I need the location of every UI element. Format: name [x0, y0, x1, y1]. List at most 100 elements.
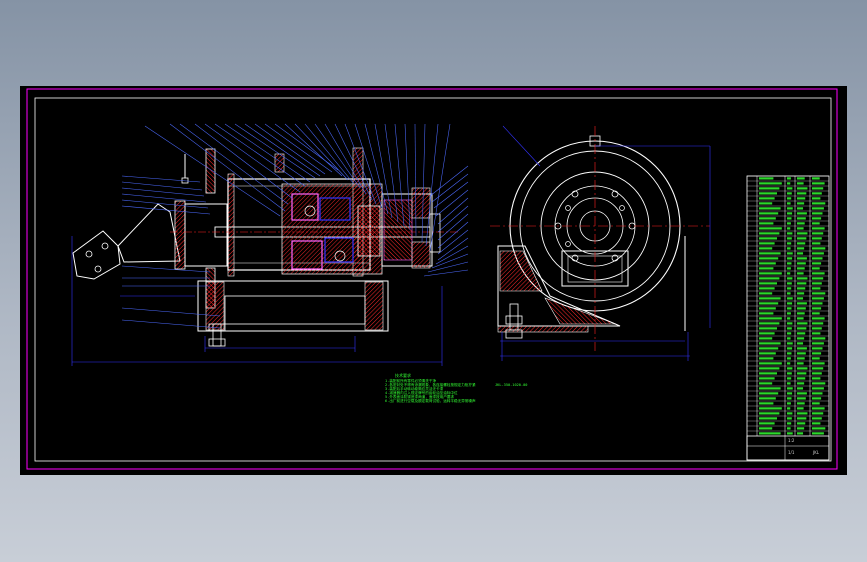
cad-viewport[interactable]: 技术要求 1.装配前所有零件必须清洗干净 2.各密封处不得有渗漏现象，各连接螺栓按…: [20, 86, 847, 475]
parts-row-text: [759, 297, 781, 300]
motor-neck: [117, 203, 181, 263]
parts-row-text: [787, 217, 792, 220]
parts-row-text: [787, 212, 793, 215]
parts-row-text: [787, 367, 793, 370]
parts-row-text: [787, 197, 792, 200]
parts-row-text: [797, 342, 804, 345]
parts-row-text: [787, 422, 792, 425]
parts-row-text: [812, 257, 823, 260]
inner-frame: [34, 97, 832, 462]
parts-row-text: [787, 192, 792, 195]
parts-row-text: [787, 342, 793, 345]
parts-row-text: [812, 267, 820, 270]
parts-row-text: [787, 262, 792, 265]
parts-row-text: [787, 407, 791, 410]
parts-row-text: [797, 222, 805, 225]
parts-row-text: [797, 312, 805, 315]
motor-port-icon: [101, 242, 109, 250]
parts-row-text: [787, 417, 792, 420]
title-sheet: 1/1: [788, 450, 795, 455]
parts-row-text: [787, 337, 791, 340]
parts-row-text: [787, 287, 792, 290]
parts-row-text: [797, 377, 806, 380]
parts-row-text: [787, 327, 792, 330]
parts-row-text: [812, 302, 823, 305]
parts-row-text: [759, 222, 774, 225]
parts-row-text: [797, 212, 807, 215]
parts-row-text: [759, 242, 775, 245]
parts-row-text: [797, 232, 808, 235]
parts-row-text: [759, 317, 782, 320]
parts-row-text: [797, 262, 806, 265]
parts-row-text: [812, 322, 824, 325]
parts-row-text: [797, 292, 805, 295]
parts-row-text: [759, 397, 776, 400]
parts-row-text: [797, 427, 805, 430]
parts-row-text: [812, 377, 821, 380]
parts-row-text: [812, 412, 824, 415]
parts-row-text: [759, 272, 782, 275]
parts-row-text: [787, 307, 792, 310]
parts-row-text: [812, 312, 820, 315]
parts-row-text: [797, 217, 806, 220]
parts-row-text: [787, 357, 791, 360]
parts-row-text: [812, 247, 826, 250]
parts-row-text: [797, 237, 807, 240]
parts-row-text: [812, 192, 822, 195]
winch-section-view: [72, 147, 460, 347]
motor-port-icon: [94, 265, 102, 273]
parts-row-text: [787, 242, 792, 245]
parts-row-text: [812, 327, 822, 330]
winch-side-view: [490, 126, 710, 351]
parts-row-text: [812, 217, 822, 220]
parts-row-text: [797, 352, 806, 355]
parts-row-text: [787, 247, 791, 250]
parts-row-text: [797, 202, 805, 205]
parts-row-text: [812, 287, 821, 290]
parts-row-text: [759, 367, 780, 370]
parts-row-text: [812, 397, 822, 400]
parts-row-text: [797, 277, 808, 280]
parts-row-text: [797, 242, 806, 245]
parts-row-text: [812, 332, 821, 335]
parts-row-text: [787, 272, 791, 275]
parts-row-text: [812, 352, 822, 355]
parts-row-text: [812, 342, 824, 345]
parts-row-text: [759, 267, 774, 270]
parts-row-text: [797, 332, 806, 335]
note-line: 6.出厂前进行空载及额定载荷试验，运转平稳无异常噪声: [385, 399, 476, 403]
parts-row-text: [812, 212, 823, 215]
parts-row-text: [797, 317, 804, 320]
parts-row-text: [797, 362, 804, 365]
parts-row-text: [787, 412, 793, 415]
parts-row-text: [787, 382, 791, 385]
parts-row-text: [787, 187, 793, 190]
parts-row-text: [759, 352, 776, 355]
parts-row-text: [759, 232, 780, 235]
parts-row-text: [787, 317, 791, 320]
parts-row-text: [797, 287, 806, 290]
parts-row-text: [759, 262, 776, 265]
base-frame: [197, 280, 389, 332]
parts-row-text: [759, 307, 776, 310]
parts-row-text: [812, 372, 822, 375]
parts-row-text: [797, 187, 808, 190]
parts-row-text: [797, 397, 806, 400]
adapter-housing: [184, 203, 228, 267]
parts-row-text: [787, 277, 793, 280]
parts-row-text: [759, 357, 774, 360]
parts-row-text: [759, 347, 779, 350]
parts-row-text: [812, 387, 824, 390]
parts-row-text: [787, 372, 792, 375]
parts-row-text: [797, 302, 807, 305]
parts-row-text: [787, 207, 793, 210]
parts-row-text: [759, 177, 774, 180]
parts-row-text: [812, 422, 821, 425]
parts-row-text: [797, 322, 808, 325]
parts-row-text: [797, 252, 804, 255]
parts-row-text: [812, 307, 822, 310]
parts-row-text: [812, 317, 825, 320]
parts-row-text: [812, 292, 826, 295]
parts-row-text: [797, 282, 807, 285]
parts-row-text: [797, 417, 807, 420]
